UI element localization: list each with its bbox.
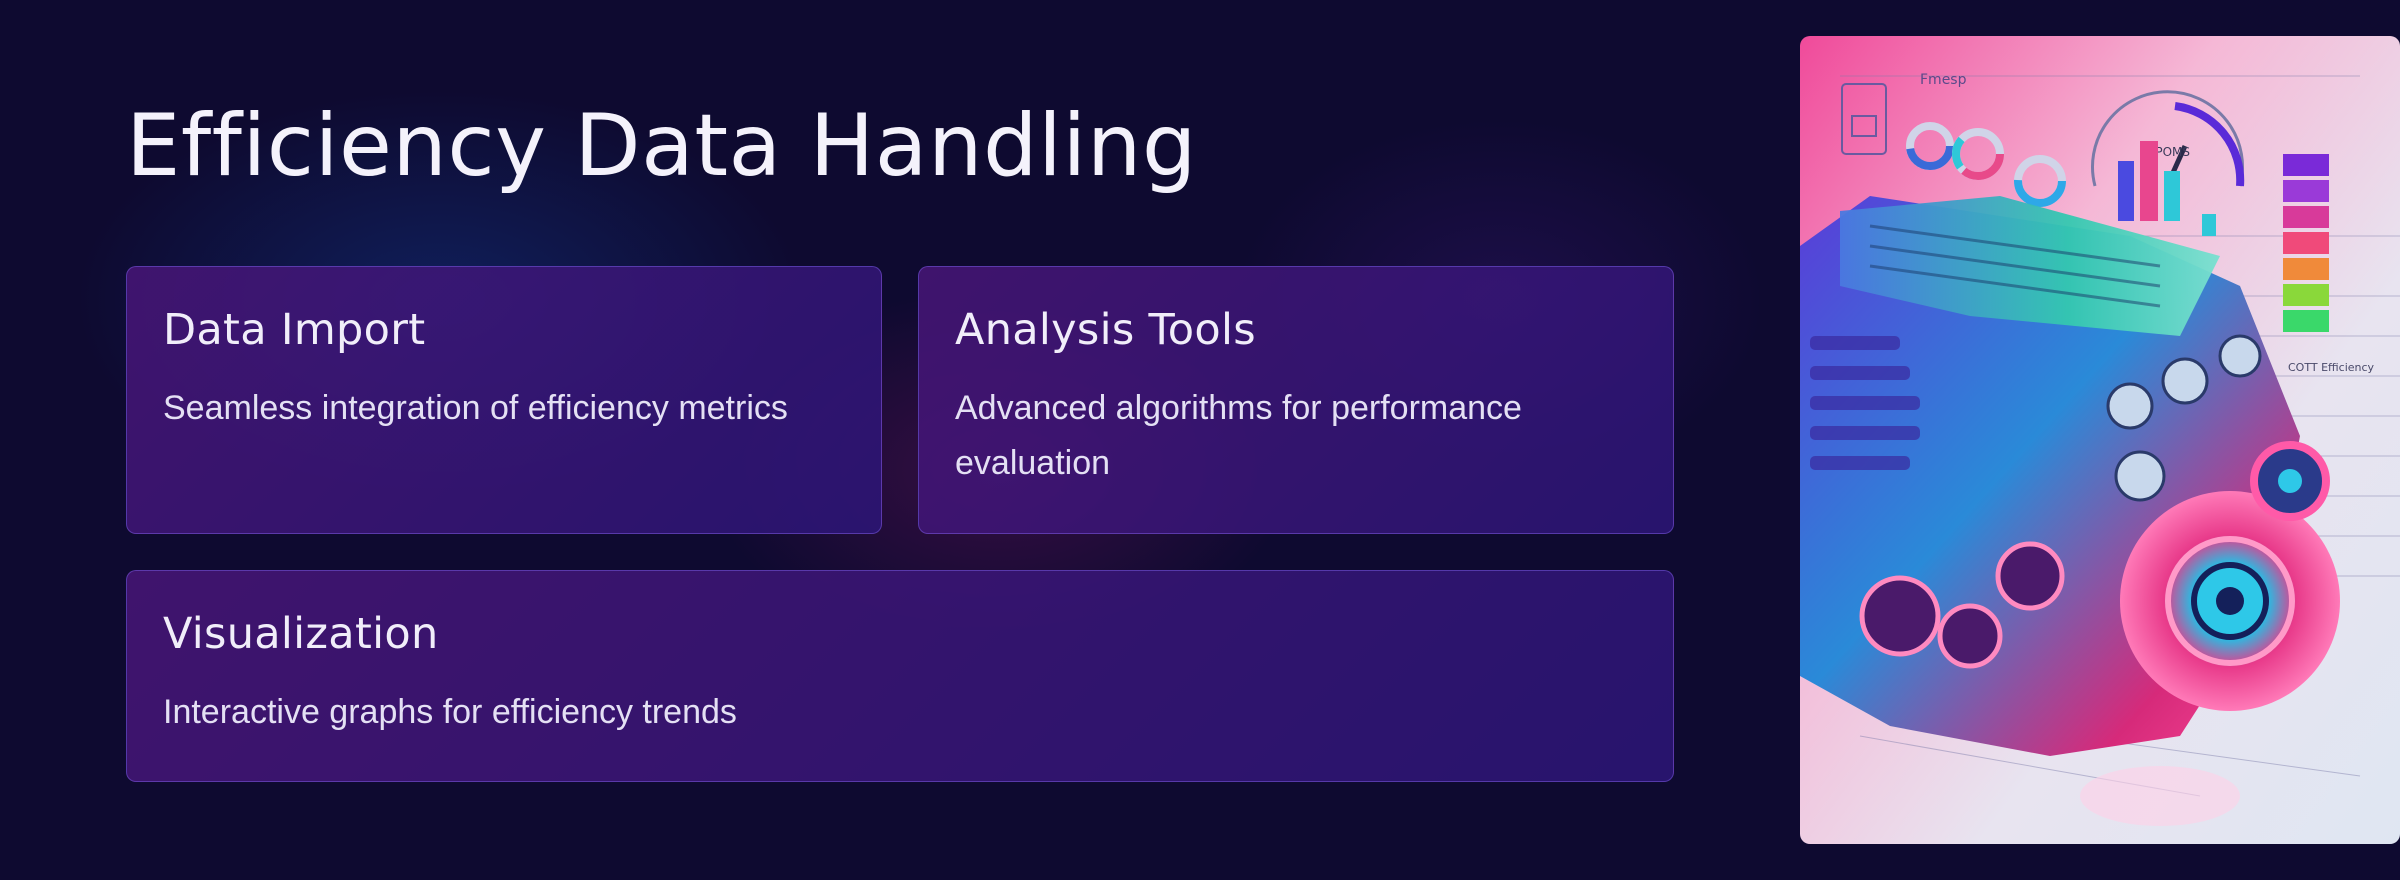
- image-label-side: COTT Efficiency: [2288, 361, 2375, 374]
- image-label-top: Fmesp: [1920, 72, 1967, 88]
- card-description: Interactive graphs for efficiency trends: [163, 693, 737, 731]
- card-title: Analysis Tools: [955, 305, 1256, 355]
- card-description: Advanced algorithms for performance eval…: [955, 389, 1522, 482]
- card-title: Visualization: [163, 609, 439, 659]
- card-data-import: Data Import Seamless integration of effi…: [126, 266, 882, 534]
- card-description: Seamless integration of efficiency metri…: [163, 389, 788, 427]
- card-title: Data Import: [163, 305, 426, 355]
- card-analysis-tools: Analysis Tools Advanced algorithms for p…: [918, 266, 1674, 534]
- card-visualization: Visualization Interactive graphs for eff…: [126, 570, 1674, 782]
- slide-title: Efficiency Data Handling: [126, 96, 1197, 196]
- engine-illustration: Fmesp RPOMS COTT Efficiency: [1800, 36, 2400, 844]
